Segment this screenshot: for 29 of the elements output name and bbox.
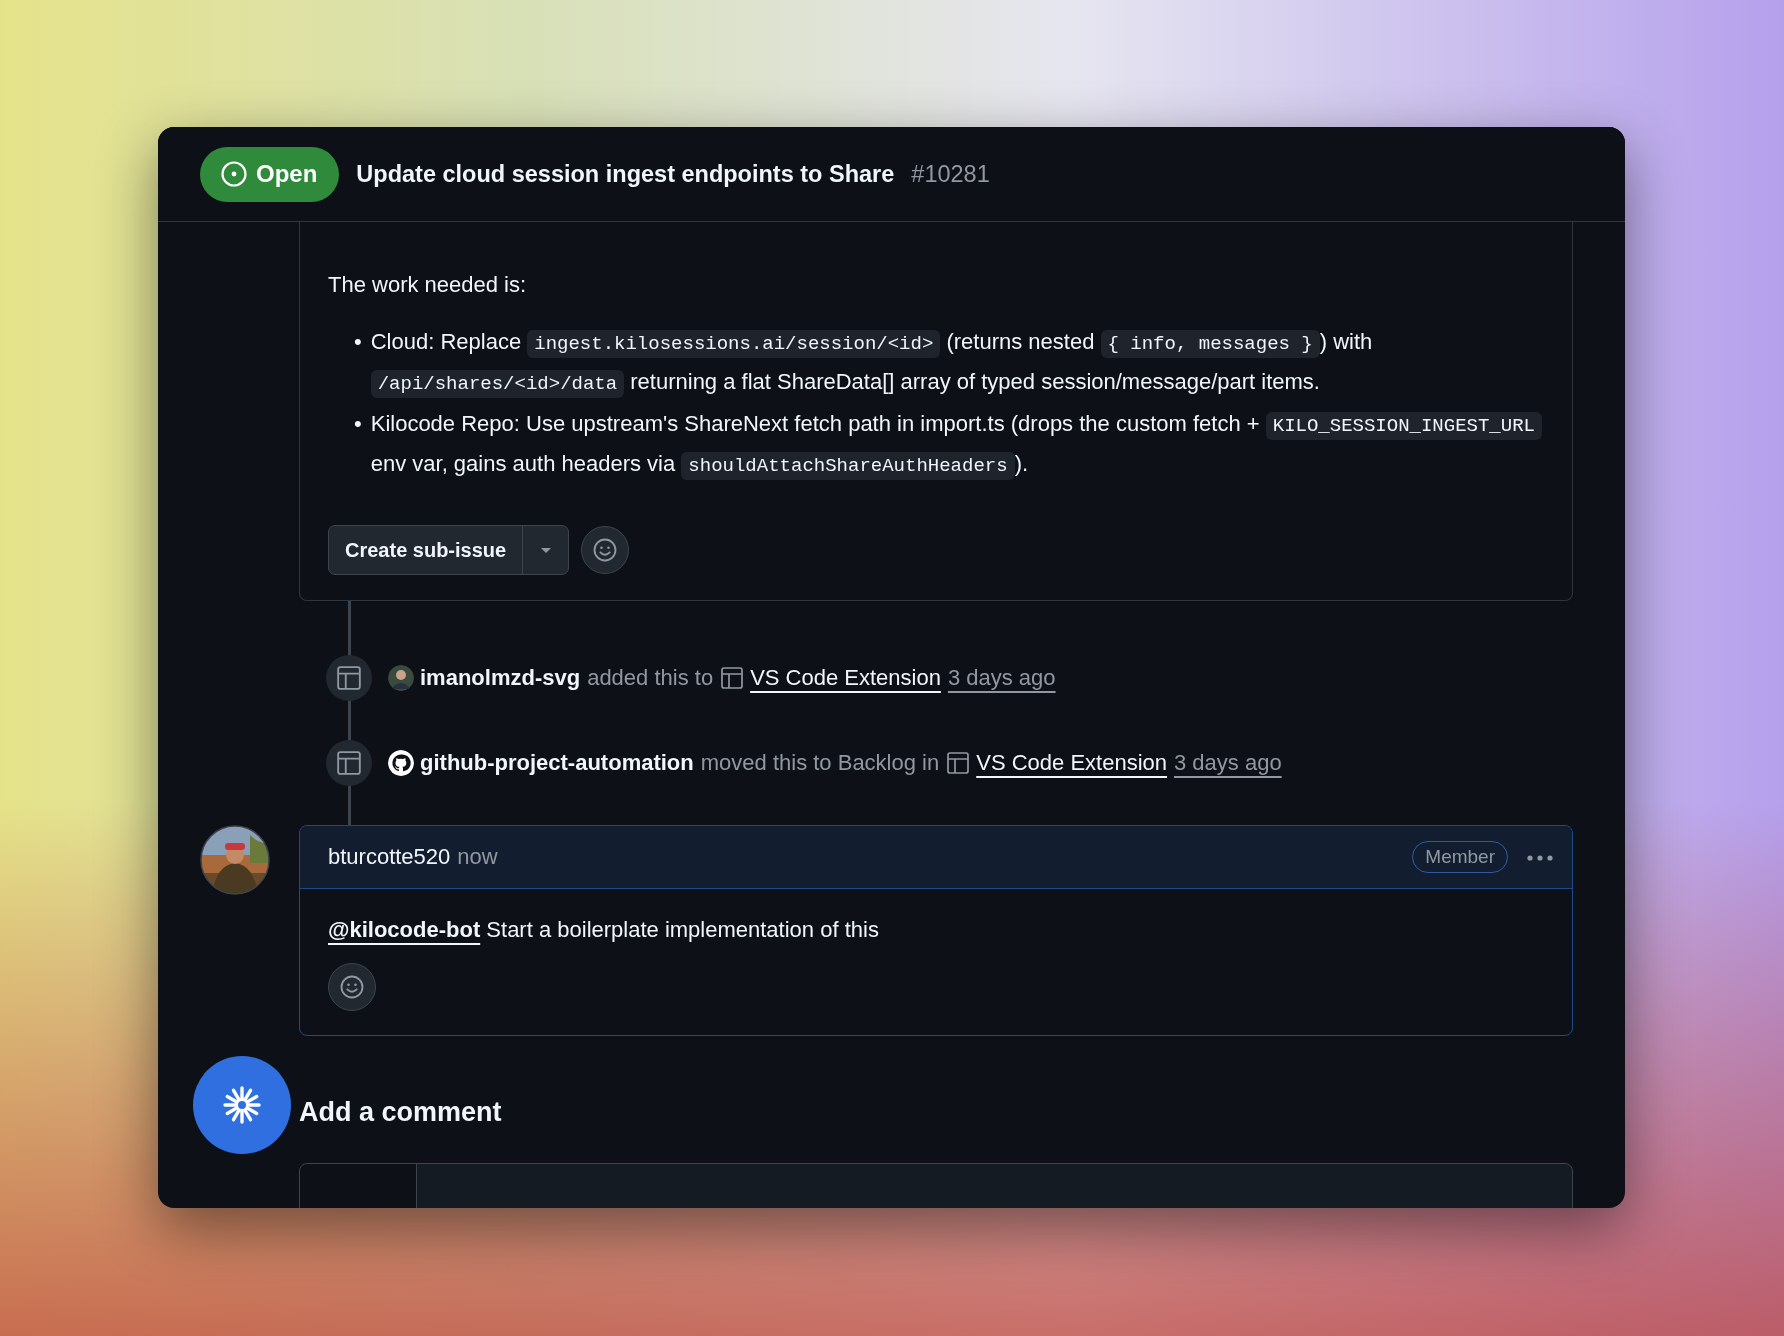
issue-title: Update cloud session ingest endpoints to Share <box>356 160 895 188</box>
bullet-marker: • <box>354 410 362 438</box>
status-badge: Open <box>200 146 340 202</box>
open-status-icon <box>220 160 248 188</box>
issue-number: #10281 <box>911 160 990 188</box>
user-avatar <box>388 665 414 691</box>
actor-name[interactable]: github-project-automation <box>420 750 694 776</box>
event-text: moved this to Backlog in <box>700 750 940 776</box>
author-name[interactable]: bturcotte520 <box>328 844 451 870</box>
table-icon <box>720 666 745 690</box>
table-icon <box>336 665 362 691</box>
table-icon <box>946 751 971 775</box>
actor-name[interactable]: imanolmzd-svg <box>420 665 581 691</box>
project-link[interactable]: VS Code Extension <box>750 665 941 691</box>
reaction-button[interactable] <box>581 526 630 574</box>
mention-link[interactable]: @kilocode-bot <box>328 917 481 942</box>
timestamp-link[interactable]: 3 days ago <box>947 665 1056 691</box>
add-comment-heading: Add a comment <box>299 1095 502 1128</box>
event-text: added this to <box>587 665 714 691</box>
table-icon <box>336 750 362 776</box>
timestamp-link[interactable]: now <box>457 844 498 870</box>
project-link[interactable]: VS Code Extension <box>976 750 1167 776</box>
bullet-marker: • <box>354 328 362 356</box>
timestamp-link[interactable]: 3 days ago <box>1174 750 1282 776</box>
github-avatar <box>388 750 414 776</box>
list-item: Kilocode Repo: Use upstream's ShareNext fetch path in import.ts (drops the custom fetch + KILO_SESSION_INGEST_URL env var, gains auth headers via shouldAttachShareAuthHeaders ). <box>370 405 1544 485</box>
comment-text: @kilocode-bot Start a boilerplate implementation of this <box>328 917 880 943</box>
list-item: Cloud: Replace ingest.kilosessions.ai/session/<id> (returns nested { info, messages } ) with /api/shares/<id>/data returning a flat ShareData[] array of typed session/message/part items. <box>370 323 1544 403</box>
body-paragraph: The work needed is: <box>328 271 528 299</box>
